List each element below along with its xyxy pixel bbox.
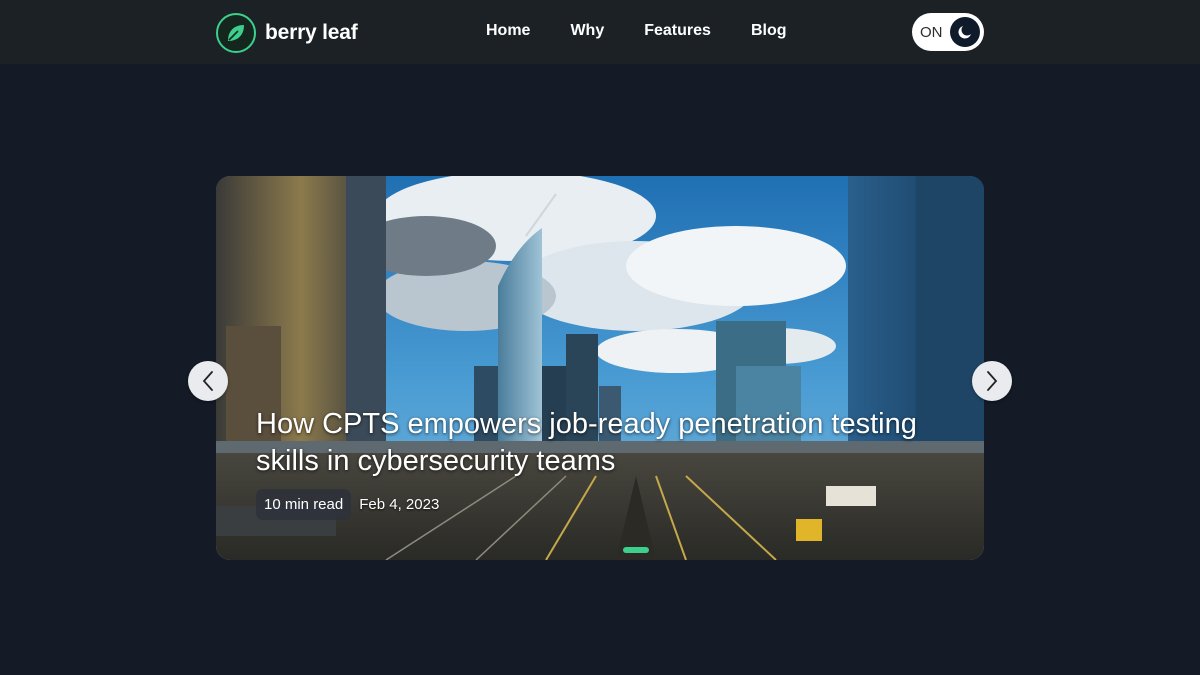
carousel-dot-active[interactable] [623,547,649,553]
featured-posts-carousel: How CPTS empowers job-ready penetration … [216,176,984,560]
carousel-prev-button[interactable] [188,361,228,401]
chevron-left-icon [202,371,213,391]
brand-logo-link[interactable]: berry leaf [216,13,358,53]
toggle-label: ON [920,23,943,41]
carousel-indicators [623,547,649,553]
nav-blog-link[interactable]: Blog [751,22,787,40]
nav-why-link[interactable]: Why [570,22,604,40]
slide-meta: 10 min read Feb 4, 2023 [256,489,439,520]
main-nav: Home Why Features Blog [486,22,786,40]
carousel-next-button[interactable] [972,361,1012,401]
slide-title[interactable]: How CPTS empowers job-ready penetration … [256,406,956,480]
moon-icon [950,17,980,47]
read-time-badge: 10 min read [256,489,352,520]
chevron-right-icon [987,371,998,391]
dark-mode-toggle[interactable]: ON [912,13,984,51]
top-navbar: berry leaf Home Why Features Blog ON [0,0,1200,64]
brand-name: berry leaf [265,21,358,44]
post-date: Feb 4, 2023 [359,496,440,513]
nav-features-link[interactable]: Features [644,22,711,40]
leaf-icon [216,13,256,53]
nav-home-link[interactable]: Home [486,22,530,40]
